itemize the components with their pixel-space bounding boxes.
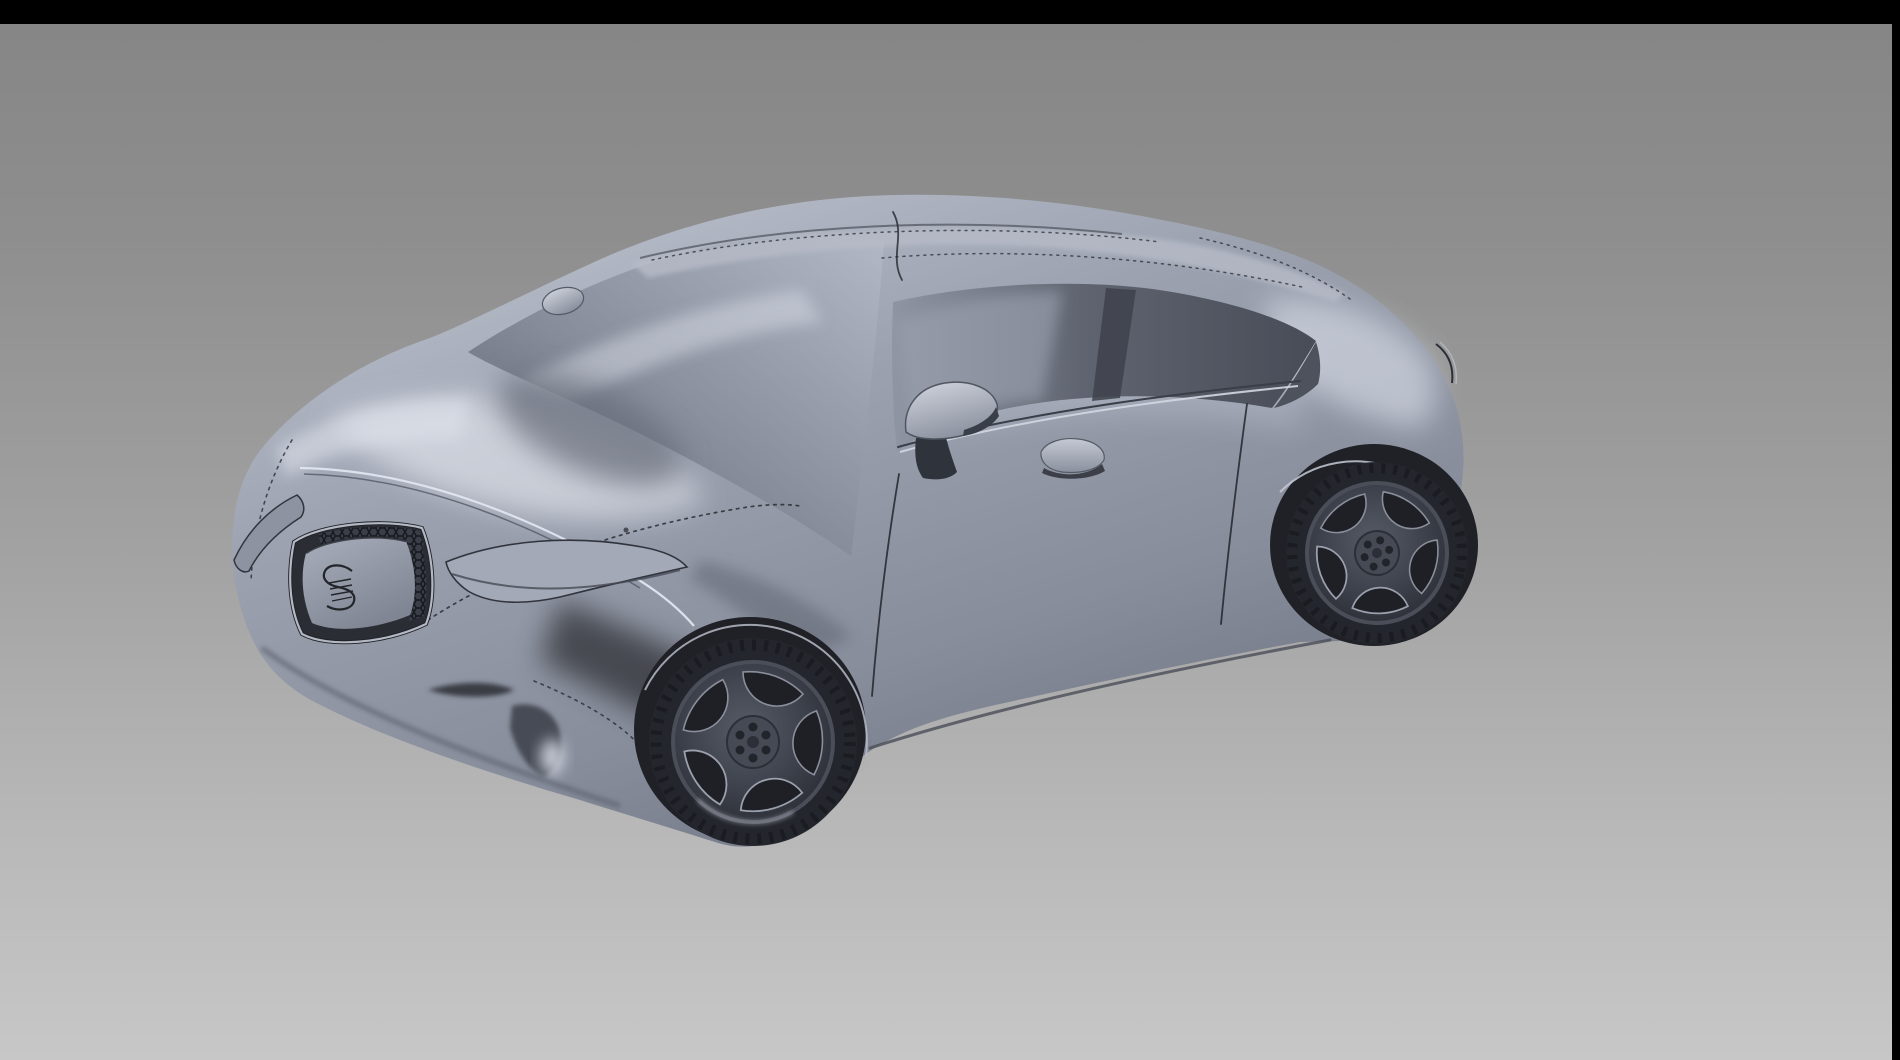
fog-lamp-highlight xyxy=(540,739,564,775)
hood-dot xyxy=(624,528,629,533)
door-handle xyxy=(1041,439,1105,479)
render-viewport[interactable] xyxy=(0,0,1900,1060)
front-center-cap xyxy=(747,736,759,748)
grille-panel xyxy=(303,537,415,628)
handle-grip xyxy=(1041,439,1104,473)
front-wheel xyxy=(649,638,857,846)
car-model-render xyxy=(0,0,1900,1060)
front-grille xyxy=(290,523,432,642)
